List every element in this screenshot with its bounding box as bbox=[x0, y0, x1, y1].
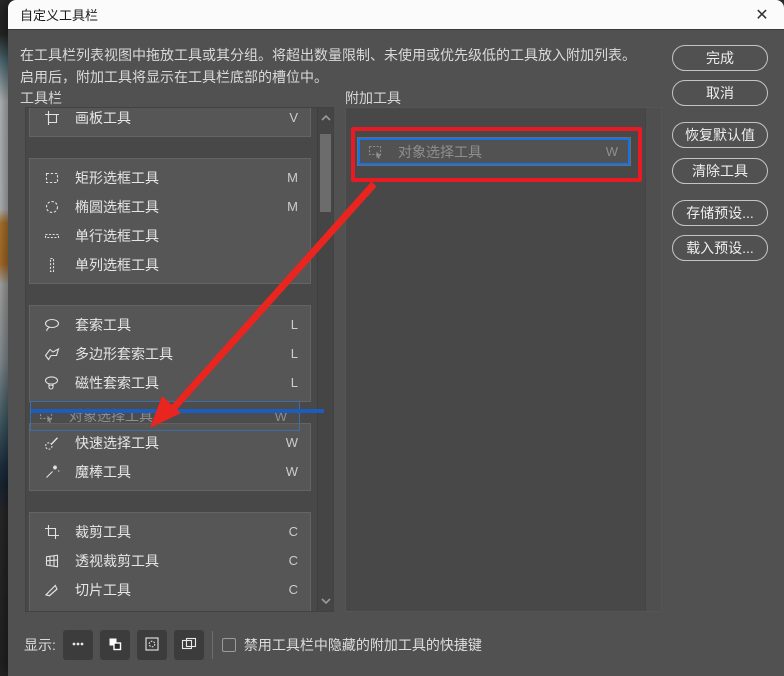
toolbar-panel-label: 工具栏 bbox=[20, 90, 62, 106]
ellipsis-icon bbox=[70, 636, 86, 655]
tool-row[interactable]: 多边形套索工具 L bbox=[30, 339, 310, 368]
show-label: 显示: bbox=[24, 637, 56, 653]
dialog-title: 自定义工具栏 bbox=[20, 8, 99, 23]
footer-bar: 显示: 禁用工具栏中隐藏的附加工具的快捷键 bbox=[8, 628, 784, 662]
scrollbar-thumb[interactable] bbox=[320, 134, 331, 212]
tool-label: 单行选框工具 bbox=[75, 227, 159, 244]
tool-row[interactable]: 椭圆选框工具 M bbox=[30, 192, 310, 221]
drop-indicator-line bbox=[31, 409, 324, 413]
action-buttons: 完成取消恢复默认值清除工具存储预设... 载入预设... bbox=[672, 45, 770, 261]
perspective-crop-icon bbox=[44, 553, 62, 569]
tool-row[interactable]: 快速选择工具 W bbox=[30, 428, 310, 457]
tool-label: 快速选择工具 bbox=[75, 434, 159, 451]
tool-label: 套索工具 bbox=[75, 316, 131, 333]
tool-shortcut: M bbox=[287, 170, 298, 185]
single-column-marquee-icon bbox=[44, 257, 62, 273]
tool-group: 裁剪工具 C 透视裁剪工具 C 切片工具 C 切片选择工具 C bbox=[29, 512, 311, 612]
tool-label: 矩形选框工具 bbox=[75, 169, 159, 186]
tool-label: 魔棒工具 bbox=[75, 463, 131, 480]
lasso-icon bbox=[44, 317, 62, 333]
close-icon: ✕ bbox=[755, 6, 769, 24]
save-preset-button[interactable]: 存储预设... bbox=[672, 200, 768, 226]
ellipse-marquee-icon bbox=[44, 199, 62, 215]
color-swatches-toggle-button[interactable] bbox=[99, 630, 130, 660]
tool-label: 切片工具 bbox=[75, 581, 131, 598]
disable-shortcuts-checkbox[interactable] bbox=[221, 638, 236, 652]
restore-defaults-button[interactable]: 恢复默认值 bbox=[672, 122, 768, 148]
magic-wand-icon bbox=[44, 464, 62, 480]
slice-icon bbox=[44, 582, 62, 598]
polygon-lasso-icon bbox=[44, 346, 62, 362]
tool-group: 套索工具 L 多边形套索工具 L 磁性套索工具 L bbox=[29, 305, 311, 402]
tool-label: 裁剪工具 bbox=[75, 523, 131, 540]
tool-row[interactable]: 透视裁剪工具 C bbox=[30, 546, 310, 575]
artboard-icon bbox=[44, 110, 62, 126]
extra-tools-scrollbar[interactable] bbox=[645, 108, 661, 611]
tool-shortcut: C bbox=[288, 524, 298, 539]
ellipsis-toggle-button[interactable] bbox=[62, 630, 93, 660]
dialog-description: 在工具栏列表视图中拖放工具或其分组。将超出数量限制、未使用或优先级低的工具放入附… bbox=[20, 47, 636, 85]
color-swatches-icon bbox=[107, 636, 123, 655]
scroll-up-icon[interactable] bbox=[319, 111, 333, 125]
tool-row[interactable]: 单列选框工具 bbox=[30, 250, 310, 279]
tool-group: 矩形选框工具 M 椭圆选框工具 M 单行选框工具 单列选框工具 bbox=[29, 158, 311, 284]
tool-row[interactable]: 矩形选框工具 M bbox=[30, 163, 310, 192]
slice-select-icon bbox=[44, 611, 62, 612]
tool-shortcut: V bbox=[289, 110, 298, 125]
clear-tools-button[interactable]: 清除工具 bbox=[672, 158, 768, 184]
tool-shortcut: W bbox=[285, 464, 298, 479]
rect-marquee-icon bbox=[44, 170, 62, 186]
tool-label: 画板工具 bbox=[75, 109, 131, 126]
toolbar-scrollbar[interactable] bbox=[317, 108, 333, 611]
tool-label: 单列选框工具 bbox=[75, 256, 159, 273]
tool-row[interactable]: 磁性套索工具 L bbox=[30, 368, 310, 397]
tool-shortcut: C bbox=[288, 553, 298, 568]
single-row-marquee-icon bbox=[44, 228, 62, 244]
screen-mode-toggle-button[interactable] bbox=[173, 630, 204, 660]
quick-mask-icon bbox=[144, 636, 160, 655]
crop-icon bbox=[44, 524, 62, 540]
tool-shortcut: C bbox=[288, 582, 298, 597]
annotation-red-rectangle bbox=[351, 127, 642, 182]
tool-row[interactable]: 画板工具 V bbox=[30, 108, 310, 132]
done-button[interactable]: 完成 bbox=[672, 45, 768, 71]
tool-shortcut: C bbox=[289, 611, 298, 612]
load-preset-button[interactable]: 载入预设... bbox=[672, 235, 768, 261]
tool-label: 磁性套索工具 bbox=[75, 374, 159, 391]
tool-label: 透视裁剪工具 bbox=[75, 552, 159, 569]
footer-divider bbox=[211, 631, 213, 659]
quick-mask-toggle-button[interactable] bbox=[136, 630, 167, 660]
customize-toolbar-dialog: 自定义工具栏 ✕ 在工具栏列表视图中拖放工具或其分组。将超出数量限制、未使用或优… bbox=[8, 0, 784, 676]
close-button[interactable]: ✕ bbox=[740, 0, 784, 30]
tool-row[interactable]: 套索工具 L bbox=[30, 310, 310, 339]
toolbar-list: 画板工具 V 矩形选框工具 M 椭圆选框工具 M 单行选框工具 单列选框工具 套索工具 L 多边形套… bbox=[25, 107, 334, 612]
tool-row[interactable]: 裁剪工具 C bbox=[30, 517, 310, 546]
toolbar-groups: 画板工具 V 矩形选框工具 M 椭圆选框工具 M 单行选框工具 单列选框工具 套索工具 L 多边形套… bbox=[26, 108, 333, 612]
magnetic-lasso-icon bbox=[44, 375, 62, 391]
extra-tools-list: 对象选择工具 W bbox=[345, 107, 662, 612]
tool-label: 切片选择工具 bbox=[75, 609, 159, 612]
tool-shortcut: W bbox=[285, 435, 298, 450]
tool-shortcut: L bbox=[290, 346, 298, 361]
tool-shortcut: L bbox=[290, 317, 298, 332]
tool-shortcut: L bbox=[290, 375, 298, 390]
tool-group: 画板工具 V bbox=[29, 108, 311, 137]
tool-row[interactable]: 单行选框工具 bbox=[30, 221, 310, 250]
disable-shortcuts-label: 禁用工具栏中隐藏的附加工具的快捷键 bbox=[243, 637, 482, 653]
screen-mode-icon bbox=[181, 636, 197, 655]
tool-group: 快速选择工具 W 魔棒工具 W bbox=[29, 423, 311, 491]
tool-row[interactable]: 切片工具 C bbox=[30, 575, 310, 604]
tool-label: 椭圆选框工具 bbox=[75, 198, 159, 215]
display-toggle-group bbox=[56, 630, 204, 660]
tool-shortcut: M bbox=[287, 199, 298, 214]
tool-row[interactable]: 切片选择工具 C bbox=[30, 604, 310, 612]
tool-label: 多边形套索工具 bbox=[75, 345, 173, 362]
cancel-button[interactable]: 取消 bbox=[672, 80, 768, 106]
dialog-titlebar[interactable]: 自定义工具栏 ✕ bbox=[8, 0, 784, 30]
quick-select-icon bbox=[44, 435, 62, 451]
tool-row[interactable]: 魔棒工具 W bbox=[30, 457, 310, 486]
scroll-down-icon[interactable] bbox=[319, 594, 333, 608]
drag-ghost-row[interactable]: 对象选择工具 W bbox=[30, 401, 300, 431]
extra-tools-panel-label: 附加工具 bbox=[345, 90, 401, 106]
